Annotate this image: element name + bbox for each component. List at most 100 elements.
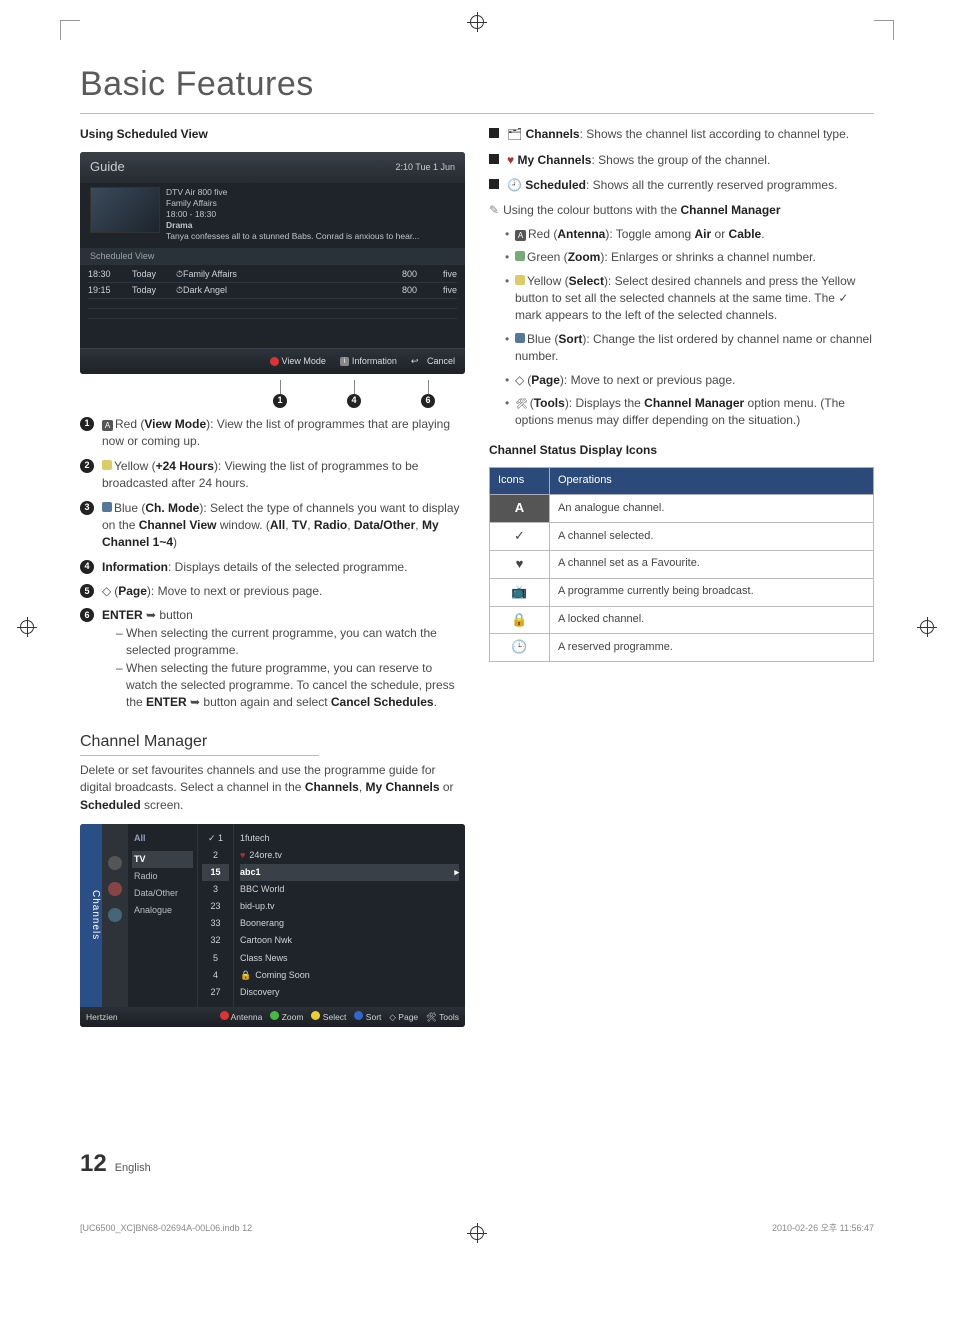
- sub-item: – When selecting the current programme, …: [116, 625, 465, 660]
- channel-manager-screenshot: Channels All TV Radio Data/Other Analogu…: [80, 824, 465, 1027]
- bar-label: Cancel: [427, 355, 455, 368]
- registration-mark: [20, 620, 34, 634]
- num-badge: 6: [80, 608, 94, 622]
- guide-tab: Scheduled View: [80, 248, 465, 265]
- text: Yellow (: [114, 459, 156, 473]
- text-bold: TV: [292, 518, 307, 532]
- text: : Shows the channel list according to ch…: [580, 127, 850, 141]
- num-badge: 2: [80, 459, 94, 473]
- num: 27: [202, 984, 229, 1001]
- intro-text: Delete or set favourites channels and us…: [80, 762, 465, 814]
- clock-icon: [108, 908, 122, 922]
- registration-mark: [470, 1226, 484, 1240]
- text-bold: Information: [102, 560, 168, 574]
- text-bold: ENTER: [102, 608, 143, 622]
- text: ): Move to next or previous page.: [147, 584, 322, 598]
- text: ,: [347, 518, 354, 532]
- text: Red (: [115, 417, 144, 431]
- text-bold: Channels: [526, 127, 580, 141]
- text: Green (: [527, 250, 568, 264]
- callout-num: 4: [347, 394, 361, 408]
- red-dot-icon: [270, 357, 279, 366]
- check-icon: ✓: [838, 291, 848, 305]
- cancel-button: ↩ Cancel: [411, 355, 455, 368]
- enter-icon: ➥: [190, 695, 200, 709]
- list-item: Yellow (Select): Select desired channels…: [505, 273, 874, 325]
- text: Using the colour buttons with the: [503, 203, 680, 217]
- text-bold: Page: [531, 373, 560, 387]
- icon-cell: 🕒: [490, 634, 550, 662]
- square-bullet-icon: [489, 179, 499, 189]
- bullet-item: ♥ My Channels: Shows the group of the ch…: [489, 152, 874, 169]
- bar-label: Information: [352, 355, 397, 368]
- d-key-icon: [102, 502, 112, 512]
- ch-name: Class News: [240, 952, 288, 965]
- heading-rule: [80, 755, 319, 756]
- cat-item: Radio: [132, 868, 193, 885]
- crop-mark: [874, 20, 894, 40]
- bullet-item: 🕘 Scheduled: Shows all the currently res…: [489, 177, 874, 194]
- list-item: 3 Blue (Ch. Mode): Select the type of ch…: [80, 500, 465, 552]
- text-bold: +24 Hours: [156, 459, 214, 473]
- text-bold: Zoom: [568, 250, 601, 264]
- num: 3: [202, 881, 229, 898]
- guide-ch: 800: [377, 284, 417, 297]
- guide-clock: 2:10 Tue 1 Jun: [395, 161, 455, 174]
- num: 1: [218, 833, 223, 843]
- note-line: Using the colour buttons with the Channe…: [489, 202, 874, 219]
- text: : Shows the group of the channel.: [591, 153, 770, 167]
- title-rule: [80, 113, 874, 114]
- text-bold: Antenna: [557, 227, 605, 241]
- num-badge: 3: [80, 501, 94, 515]
- icon-cell: ♥: [490, 550, 550, 578]
- cm-numbers: ✓ 1 2 15 3 23 33 32 5 4 27: [198, 824, 234, 1006]
- clock-icon: ⏱: [176, 269, 183, 279]
- crop-mark: [60, 20, 80, 40]
- updown-icon: [515, 373, 527, 387]
- text: screen.: [141, 798, 184, 812]
- registration-mark: [470, 15, 484, 29]
- callout-pointers: 1 4 6: [80, 380, 465, 408]
- text-bold: ENTER: [146, 695, 187, 709]
- icon-cell: 📺: [490, 578, 550, 606]
- ch-name: Discovery: [240, 986, 280, 999]
- page-language: English: [115, 1161, 151, 1177]
- text-bold: Page: [118, 584, 147, 598]
- guide-day: Today: [132, 284, 166, 297]
- cm-names: 1futech ♥24ore.tv abc1▸ BBC World bid-up…: [234, 824, 465, 1006]
- foot-item: Zoom: [282, 1012, 304, 1022]
- num: 2: [202, 847, 229, 864]
- bullet-item: 🗂 Channels: Shows the channel list accor…: [489, 126, 874, 143]
- foot-item: Antenna: [231, 1012, 263, 1022]
- text: When selecting the current programme, yo…: [126, 626, 437, 657]
- text-bold: Channels: [305, 780, 359, 794]
- text-bold: My Channels: [366, 780, 440, 794]
- status-table: IconsOperations AAn analogue channel. ✓A…: [489, 467, 874, 662]
- guide-ch: 800: [377, 268, 417, 281]
- guide-meta: DTV Air 800 five Family Affairs 18:00 - …: [166, 187, 419, 242]
- icon-cell: 🔒: [490, 606, 550, 634]
- c-key-icon: [102, 460, 112, 470]
- text-bold: My Channels: [517, 153, 591, 167]
- foot-item: Sort: [366, 1012, 382, 1022]
- page-number: 12: [80, 1147, 107, 1182]
- text-bold: View Mode: [144, 417, 206, 431]
- guide-row-empty: [88, 298, 457, 308]
- ch-name: bid-up.tv: [240, 900, 275, 913]
- op-cell: A programme currently being broadcast.: [550, 578, 874, 606]
- text: .: [434, 695, 437, 709]
- ch-name: Boonerang: [240, 917, 284, 930]
- guide-st: five: [427, 268, 457, 281]
- footer-time: 2010-02-26 오후 11:56:47: [772, 1222, 874, 1235]
- ch-name: Coming Soon: [255, 969, 310, 982]
- num: 5: [202, 950, 229, 967]
- cm-categories: All TV Radio Data/Other Analogue: [128, 824, 198, 1006]
- text: mark appears to the left of the selected…: [515, 308, 777, 322]
- list-item: 5 (Page): Move to next or previous page.: [80, 583, 465, 600]
- list-item: (Tools): Displays the Channel Manager op…: [505, 395, 874, 430]
- updown-icon: [102, 584, 114, 598]
- folder-icon: 🗂: [507, 127, 526, 141]
- tools-icon: [515, 396, 530, 410]
- guide-name: Family Affairs: [183, 269, 237, 279]
- guide-row: 18:30 Today ⏱Family Affairs 800 five: [88, 267, 457, 282]
